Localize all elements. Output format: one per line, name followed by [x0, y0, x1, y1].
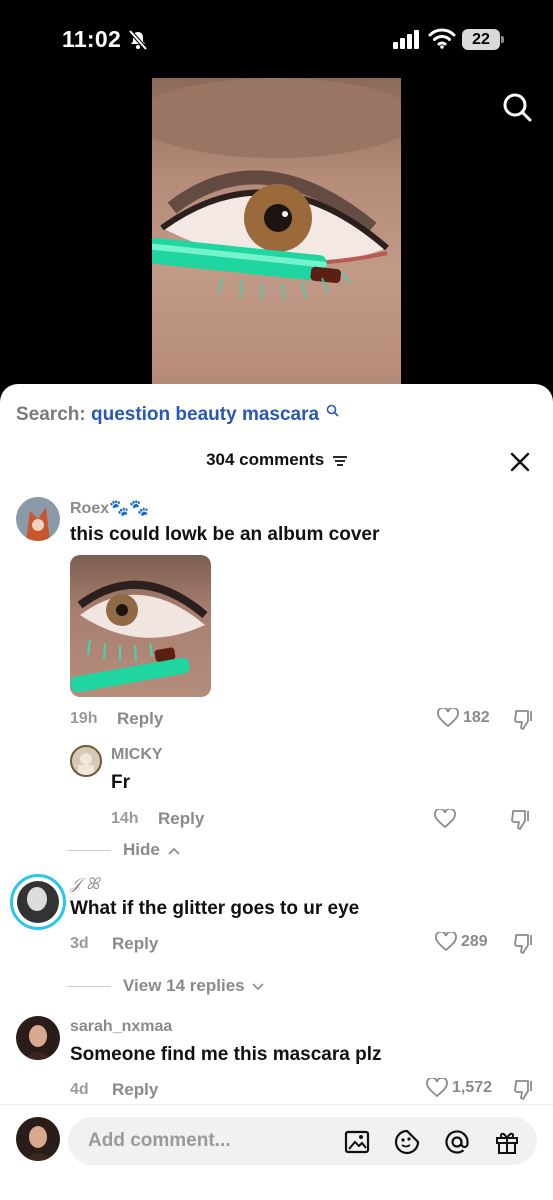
comment-age: 3d: [70, 935, 89, 952]
comments-sheet: Search: question beauty mascara 304 comm…: [0, 384, 553, 1200]
like-count: 289: [461, 933, 488, 951]
avatar[interactable]: [10, 874, 66, 930]
reply-button[interactable]: Reply: [117, 709, 163, 729]
thread-line: [67, 850, 111, 852]
dislike-icon[interactable]: [509, 808, 533, 832]
heart-icon: [435, 930, 457, 952]
like-button[interactable]: 1,572: [426, 1076, 493, 1098]
battery-level: 22: [462, 29, 500, 50]
like-count: 182: [463, 709, 490, 727]
comment-age: 4d: [70, 1081, 89, 1098]
search-label: Search:: [16, 404, 86, 425]
avatar[interactable]: [16, 1016, 60, 1060]
dislike-icon[interactable]: [512, 1078, 536, 1102]
emoji-sticker-icon[interactable]: [394, 1129, 420, 1155]
chevron-up-icon: [168, 847, 180, 855]
hide-replies-button[interactable]: Hide: [67, 840, 180, 860]
heart-icon: [426, 1076, 448, 1098]
comments-count[interactable]: 304 comments: [0, 450, 553, 470]
comment-age: 14h: [111, 810, 139, 827]
mention-icon[interactable]: [444, 1129, 470, 1155]
video-player[interactable]: [152, 78, 401, 398]
comment-composer: [0, 1104, 553, 1200]
heart-icon: [437, 706, 459, 728]
comment-text: Fr: [111, 772, 130, 793]
close-icon[interactable]: [508, 450, 532, 474]
status-time: 11:02: [62, 26, 122, 52]
comment-username[interactable]: Roex🐾🐾: [70, 498, 149, 518]
search-query[interactable]: question beauty mascara: [91, 404, 319, 425]
search-icon[interactable]: [502, 92, 532, 122]
like-count: 1,572: [452, 1079, 493, 1097]
heart-icon[interactable]: [434, 809, 456, 829]
reply-button[interactable]: Reply: [158, 809, 204, 829]
comment-input[interactable]: [88, 1117, 328, 1165]
status-bar: 11:02 22: [0, 0, 553, 80]
search-small-icon: [327, 404, 339, 417]
dislike-icon[interactable]: [512, 708, 536, 732]
avatar[interactable]: [70, 745, 102, 777]
comment-age: 19h: [70, 710, 98, 727]
avatar[interactable]: [16, 497, 60, 541]
like-button[interactable]: 289: [435, 930, 488, 952]
gift-icon[interactable]: [494, 1129, 520, 1155]
reply-button[interactable]: Reply: [112, 1080, 158, 1100]
signal-icon: [393, 30, 419, 49]
battery-indicator: 22: [462, 29, 504, 51]
dislike-icon[interactable]: [512, 932, 536, 956]
comment-text: this could lowk be an album cover: [70, 524, 380, 545]
comment-username[interactable]: sarah_nxmaa: [70, 1018, 172, 1036]
comment-input-wrapper: [68, 1117, 537, 1165]
comment-image-attachment[interactable]: [70, 555, 211, 697]
comment-text: What if the glitter goes to ur eye: [70, 898, 360, 919]
my-avatar[interactable]: [16, 1117, 60, 1161]
chevron-down-icon: [252, 982, 264, 990]
hide-label: Hide: [123, 840, 160, 859]
image-icon[interactable]: [344, 1129, 370, 1155]
sort-icon: [332, 455, 347, 466]
comment-actions: 19h Reply 182: [0, 706, 553, 736]
view-replies-label: View 14 replies: [123, 976, 245, 995]
eye-image: [152, 78, 401, 301]
comment-item: sarah_nxmaa Someone find me this mascara…: [0, 1014, 553, 1104]
comments-count-label: 304 comments: [206, 450, 325, 469]
comment-text: Someone find me this mascara plz: [70, 1044, 382, 1065]
like-button[interactable]: 182: [437, 706, 490, 728]
silent-bell-icon: [128, 29, 148, 51]
thread-line: [67, 986, 111, 988]
comment-username[interactable]: 𝒥 ꕤ: [70, 874, 99, 894]
comment-username[interactable]: MICKY: [111, 746, 163, 764]
view-replies-button[interactable]: View 14 replies: [67, 976, 264, 996]
wifi-icon: [428, 28, 456, 49]
reply-button[interactable]: Reply: [112, 934, 158, 954]
battery-tip: [501, 36, 504, 43]
search-suggestion[interactable]: Search: question beauty mascara: [16, 404, 339, 426]
